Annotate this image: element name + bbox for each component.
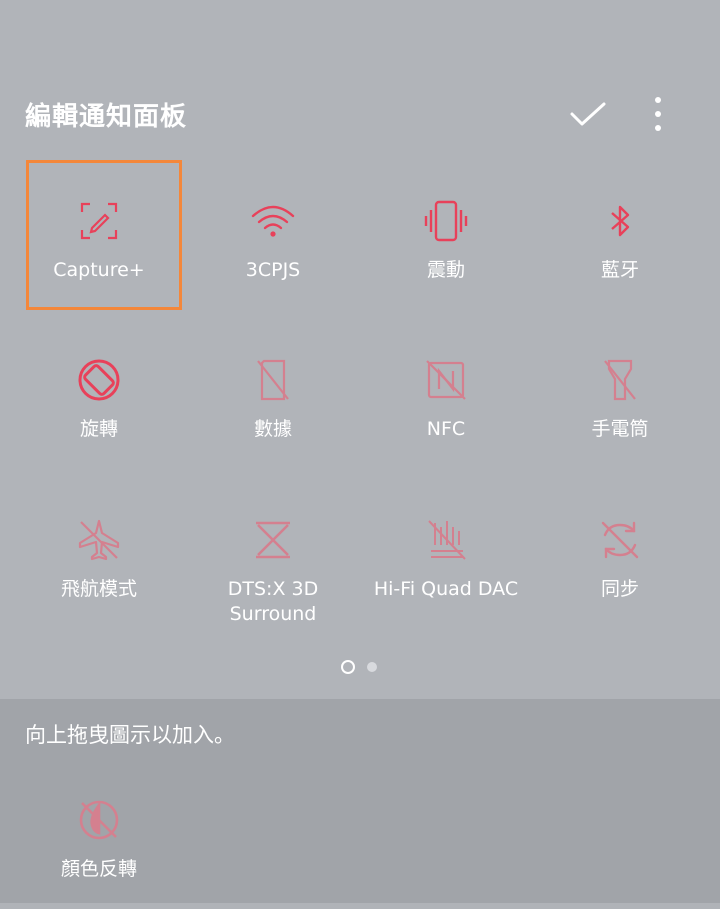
tile-sync[interactable]: 同步: [545, 479, 695, 629]
check-icon[interactable]: [566, 96, 610, 132]
color-invert-icon: [79, 800, 119, 840]
vibrate-icon: [424, 200, 468, 242]
page-indicator[interactable]: [338, 658, 382, 676]
tile-color-invert[interactable]: 顏色反轉: [24, 759, 174, 909]
page-dot: [367, 662, 377, 672]
tile-label: 同步: [600, 578, 639, 600]
hifi-dac-icon: [428, 520, 466, 560]
tile-vibrate[interactable]: 震動: [371, 160, 521, 310]
tile-nfc[interactable]: NFC: [371, 319, 521, 469]
page-dot-current: [341, 660, 355, 674]
tile-wifi[interactable]: 3CPJS: [198, 160, 348, 310]
tile-label: 旋轉: [79, 418, 118, 440]
tile-label: 藍牙: [600, 259, 639, 281]
tile-label: 數據: [253, 418, 292, 440]
selected-tile-highlight: [26, 160, 182, 310]
tile-rotate[interactable]: 旋轉: [24, 319, 174, 469]
tile-label: 震動: [426, 259, 465, 281]
tile-label: DTS:X 3D Surround: [227, 578, 319, 625]
tile-label: 飛航模式: [60, 578, 137, 600]
sync-icon: [601, 521, 639, 559]
page-title: 編輯通知面板: [25, 102, 188, 132]
airplane-mode-icon: [78, 519, 120, 561]
tile-hifi-dac[interactable]: Hi-Fi Quad DAC: [371, 479, 521, 629]
dts-icon: [256, 521, 290, 559]
tile-label: 顏色反轉: [60, 858, 137, 880]
tile-dts[interactable]: DTS:X 3D Surround: [198, 479, 348, 629]
panel-editor: 編輯通知面板 Capture+ 3CPJS 震動 藍牙 旋轉 數據 NFC 手電…: [0, 0, 720, 699]
tile-bluetooth[interactable]: 藍牙: [545, 160, 695, 310]
rotate-icon: [78, 359, 120, 401]
tile-mobile-data[interactable]: 數據: [198, 319, 348, 469]
tile-label: 手電筒: [591, 418, 649, 440]
available-tiles-tray: 向上拖曳圖示以加入。 顏色反轉: [0, 699, 720, 903]
tile-airplane-mode[interactable]: 飛航模式: [24, 479, 174, 629]
tile-label: 3CPJS: [245, 259, 301, 281]
tile-label: NFC: [426, 418, 466, 440]
more-options-icon[interactable]: [644, 96, 672, 132]
drag-hint: 向上拖曳圖示以加入。: [25, 723, 235, 747]
mobile-data-icon: [257, 359, 289, 401]
bluetooth-icon: [611, 205, 630, 237]
tile-flashlight[interactable]: 手電筒: [545, 319, 695, 469]
tile-label: Hi-Fi Quad DAC: [373, 578, 519, 600]
nfc-icon: [426, 360, 466, 400]
wifi-icon: [251, 205, 295, 237]
flashlight-icon: [604, 359, 636, 401]
